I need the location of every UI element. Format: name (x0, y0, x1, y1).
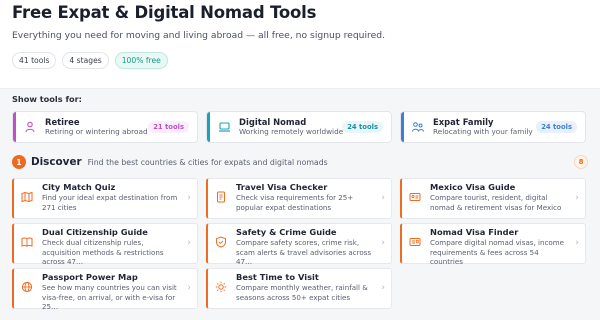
tool-card-city-match-quiz[interactable]: City Match Quiz Find your ideal expat de… (12, 178, 198, 219)
person-icon (23, 120, 37, 134)
chevron-right-icon: › (187, 283, 191, 293)
stage-number-badge: 1 (12, 155, 26, 169)
tool-title: Travel Visa Checker (236, 182, 328, 192)
family-icon (411, 120, 425, 134)
persona-filter-label: Show tools for: (12, 94, 82, 104)
persona-accent-bar (207, 112, 210, 142)
chevron-right-icon: › (575, 193, 579, 203)
persona-accent-bar (13, 112, 16, 142)
tools-count-chip: 41 tools (12, 52, 57, 69)
tool-description: See how many countries you can visit vis… (42, 283, 177, 311)
persona-accent-bar (401, 112, 404, 142)
persona-count-badge: 24 tools (342, 121, 383, 133)
persona-retiree[interactable]: Retiree Retiring or wintering abroad 21 … (12, 111, 198, 143)
document-icon (215, 191, 227, 203)
persona-digital-nomad[interactable]: Digital Nomad Working remotely worldwide… (206, 111, 392, 143)
tool-grid: City Match Quiz Find your ideal expat de… (12, 178, 588, 311)
id-card-icon (409, 191, 421, 203)
tool-card-passport-power-map[interactable]: Passport Power Map See how many countrie… (12, 268, 198, 311)
persona-expat-family[interactable]: Expat Family Relocating with your family… (400, 111, 586, 143)
tools-section: Show tools for: Retiree Retiring or wint… (0, 88, 600, 320)
chevron-right-icon: › (187, 238, 191, 248)
tool-title: Nomad Visa Finder (430, 227, 519, 237)
tool-title: Dual Citizenship Guide (42, 227, 148, 237)
persona-subtitle: Retiring or wintering abroad (45, 127, 148, 136)
chevron-right-icon: › (381, 193, 385, 203)
tool-description: Check visa requirements for 25+ popular … (236, 193, 354, 212)
tool-card-best-time-to-visit[interactable]: Best Time to Visit Compare monthly weath… (206, 268, 392, 309)
persona-subtitle: Relocating with your family (433, 127, 533, 136)
persona-title: Expat Family (433, 117, 494, 127)
tool-card-safety-crime-guide[interactable]: Safety & Crime Guide Compare safety scor… (206, 223, 392, 266)
passport-icon (409, 236, 421, 248)
free-chip: 100% free (114, 52, 168, 69)
tool-card-dual-citizenship-guide[interactable]: Dual Citizenship Guide Check dual citize… (12, 223, 198, 266)
map-icon (21, 191, 33, 203)
tool-description: Check dual citizenship rules, acquisitio… (42, 238, 164, 266)
tool-card-travel-visa-checker[interactable]: Travel Visa Checker Check visa requireme… (206, 178, 392, 219)
tool-description: Compare tourist, resident, digital nomad… (430, 193, 562, 212)
tool-title: City Match Quiz (42, 182, 116, 192)
stages-count-chip: 4 stages (62, 52, 109, 69)
persona-title: Digital Nomad (239, 117, 307, 127)
persona-count-badge: 21 tools (148, 121, 189, 133)
chevron-right-icon: › (381, 283, 385, 293)
sun-icon (215, 281, 227, 293)
stage-subtitle: Find the best countries & cities for exp… (87, 157, 328, 167)
tool-description: Compare safety scores, crime risk, scam … (236, 238, 372, 266)
tool-card-nomad-visa-finder[interactable]: Nomad Visa Finder Compare digital nomad … (400, 223, 586, 266)
persona-filter: Retiree Retiring or wintering abroad 21 … (12, 111, 588, 143)
book-icon (21, 236, 33, 248)
stage-tool-count: 8 (574, 155, 588, 169)
stage-title: Discover (31, 156, 82, 168)
tool-card-mexico-visa-guide[interactable]: Mexico Visa Guide Compare tourist, resid… (400, 178, 586, 219)
tool-description: Compare monthly weather, rainfall & seas… (236, 283, 368, 302)
shield-icon (215, 236, 227, 248)
discover-stage-header[interactable]: 1 Discover Find the best countries & cit… (12, 154, 588, 170)
chevron-right-icon: › (187, 193, 191, 203)
tool-description: Compare digital nomad visas, income requ… (430, 238, 564, 266)
tool-title: Passport Power Map (42, 272, 138, 282)
tool-title: Best Time to Visit (236, 272, 319, 282)
chevron-right-icon: › (381, 238, 385, 248)
globe-icon (21, 281, 33, 293)
stat-chips: 41 tools 4 stages 100% free (12, 52, 588, 69)
persona-count-badge: 24 tools (536, 121, 577, 133)
tool-title: Safety & Crime Guide (236, 227, 337, 237)
laptop-icon (217, 120, 231, 134)
persona-title: Retiree (45, 117, 80, 127)
persona-subtitle: Working remotely worldwide (239, 127, 344, 136)
tool-description: Find your ideal expat destination from 2… (42, 193, 178, 212)
tool-title: Mexico Visa Guide (430, 182, 516, 192)
chevron-right-icon: › (575, 238, 579, 248)
page-title: Free Expat & Digital Nomad Tools (12, 3, 317, 22)
page-header: Free Expat & Digital Nomad Tools Everyth… (0, 0, 600, 88)
page-subtitle: Everything you need for moving and livin… (12, 30, 386, 41)
